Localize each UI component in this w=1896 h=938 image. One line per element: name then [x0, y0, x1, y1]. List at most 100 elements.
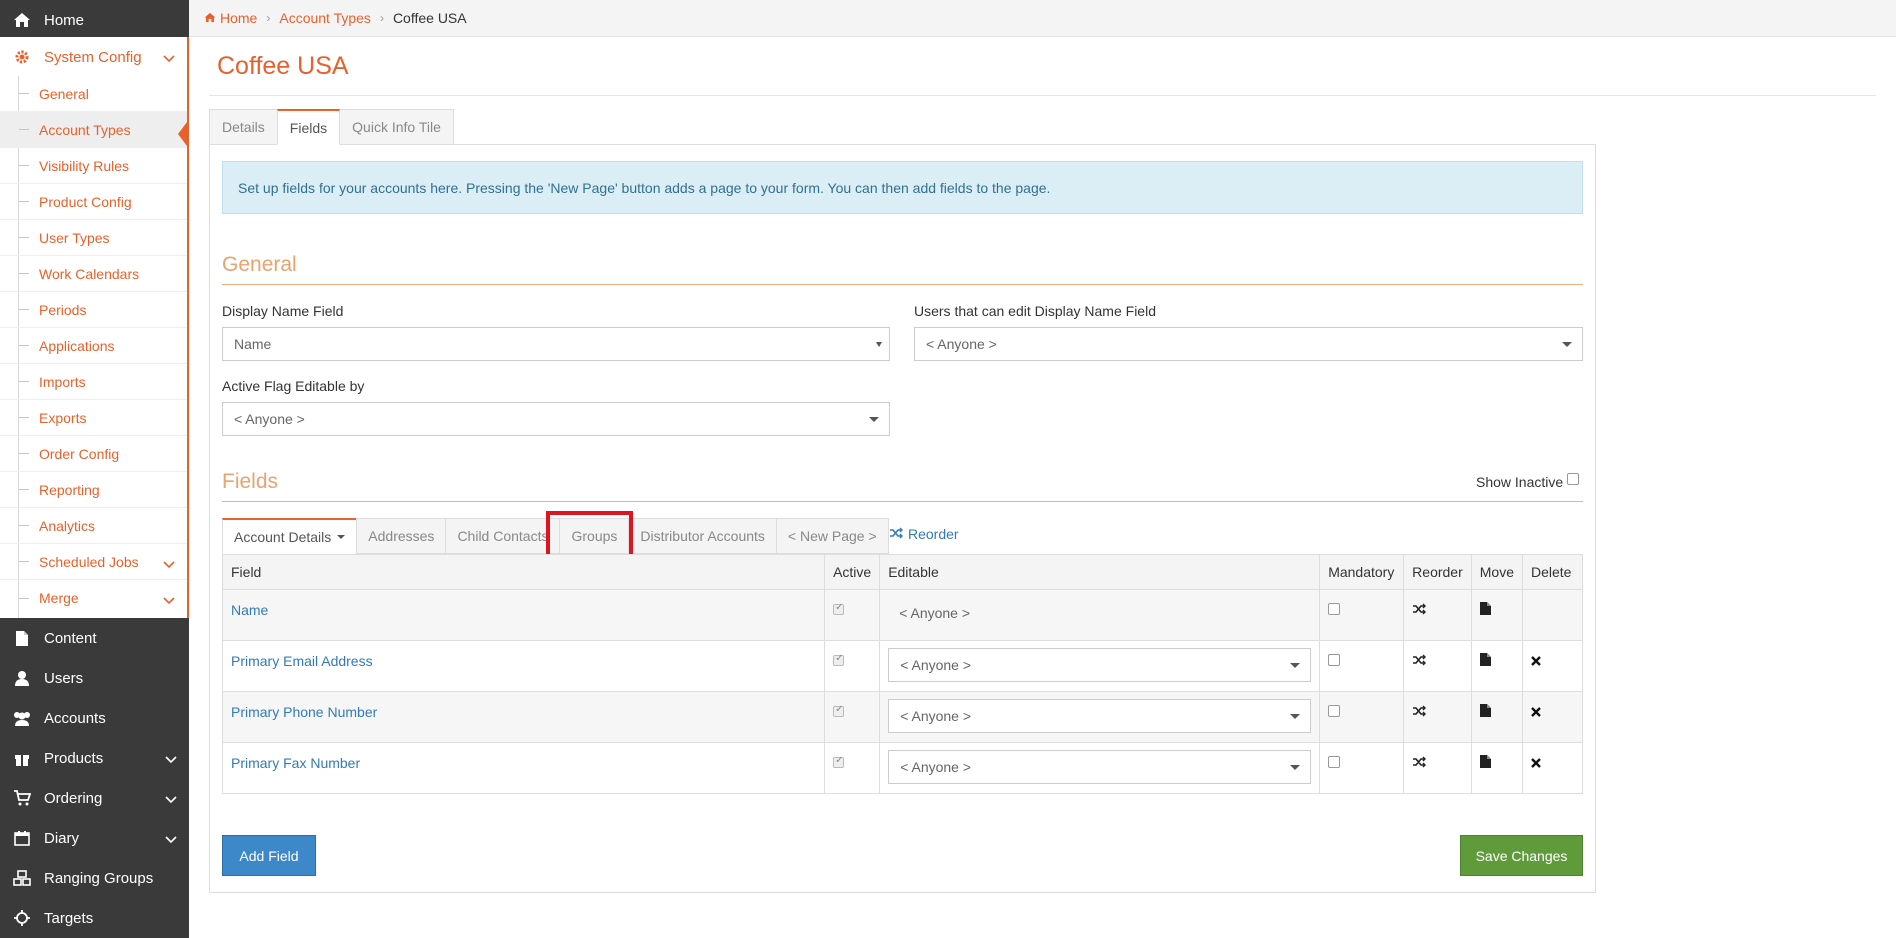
show-inactive-label: Show Inactive	[1476, 474, 1564, 490]
submenu-item-user-types[interactable]: User Types	[0, 220, 187, 256]
reorder-label: Reorder	[908, 526, 959, 542]
editable-select[interactable]: < Anyone >	[888, 699, 1312, 733]
tab-details[interactable]: Details	[209, 109, 278, 145]
breadcrumb-account-types-link[interactable]: Account Types	[279, 10, 371, 26]
submenu-item-general[interactable]: General	[0, 76, 187, 112]
add-field-button[interactable]: Add Field	[222, 835, 316, 876]
sidebar-item-products[interactable]: Products	[0, 738, 189, 778]
submenu-item-scheduled-jobs[interactable]: Scheduled Jobs	[0, 544, 187, 580]
tab-quick-info-tile[interactable]: Quick Info Tile	[339, 109, 454, 145]
submenu-item-label: Exports	[39, 409, 87, 426]
breadcrumb-home-link[interactable]: Home	[220, 10, 257, 26]
move-file-icon[interactable]	[1479, 704, 1491, 720]
field-name-link[interactable]: Name	[231, 602, 268, 618]
shuffle-icon[interactable]	[1412, 602, 1427, 618]
sidebar-item-system-config[interactable]: System Config	[0, 37, 189, 77]
sidebar-item-content[interactable]: Content	[0, 618, 189, 658]
users-edit-display-name-value: < Anyone >	[926, 336, 997, 352]
sidebar-item-users[interactable]: Users	[0, 658, 189, 698]
save-changes-button[interactable]: Save Changes	[1460, 835, 1583, 876]
submenu-item-exports[interactable]: Exports	[0, 400, 187, 436]
delete-x-icon[interactable]	[1531, 704, 1541, 720]
reorder-link[interactable]: Reorder	[889, 526, 959, 542]
column-header-field: Field	[221, 554, 826, 590]
breadcrumb-current: Coffee USA	[392, 10, 467, 26]
submenu-item-label: Work Calendars	[39, 265, 140, 282]
sidebar-item-ranging-groups[interactable]: Ranging Groups	[0, 858, 189, 898]
caret-down-icon	[1562, 342, 1572, 347]
fields-table: Field Active Editable Mandatory Reorder …	[221, 554, 1583, 794]
shuffle-icon[interactable]	[1412, 704, 1427, 720]
submenu-item-order-config[interactable]: Order Config	[0, 436, 187, 472]
display-name-select[interactable]: Name	[222, 327, 890, 361]
chevron-down-icon	[163, 556, 175, 572]
move-file-icon[interactable]	[1479, 602, 1491, 618]
delete-x-icon[interactable]	[1531, 755, 1541, 771]
editable-select[interactable]: < Anyone >	[888, 750, 1312, 784]
sidebar-item-targets[interactable]: Targets	[0, 898, 189, 938]
submenu-item-work-calendars[interactable]: Work Calendars	[0, 256, 187, 292]
general-section-title: General	[222, 253, 297, 276]
move-file-icon[interactable]	[1479, 755, 1491, 771]
delete-x-icon[interactable]	[1531, 653, 1541, 669]
sidebar-item-diary[interactable]: Diary	[0, 818, 189, 858]
tab-fields[interactable]: Fields	[276, 109, 341, 145]
cart-icon	[12, 788, 32, 808]
sidebar-item-home[interactable]: Home	[0, 0, 189, 40]
move-file-icon[interactable]	[1479, 653, 1491, 669]
submenu-item-imports[interactable]: Imports	[0, 364, 187, 400]
submenu-item-analytics[interactable]: Analytics	[0, 508, 187, 544]
submenu-item-label: User Types	[39, 229, 110, 246]
submenu-item-applications[interactable]: Applications	[0, 328, 187, 364]
title-divider	[209, 95, 1876, 96]
tab-addresses[interactable]: Addresses	[356, 518, 447, 554]
submenu-item-product-config[interactable]: Product Config	[0, 184, 187, 220]
sidebar-item-ordering[interactable]: Ordering	[0, 778, 189, 818]
submenu-item-reporting[interactable]: Reporting	[0, 472, 187, 508]
chevron-down-icon	[163, 50, 175, 67]
sidebar-item-label: Ordering	[44, 789, 103, 807]
tab-new-page[interactable]: < New Page >	[775, 518, 889, 554]
tab-child-contacts[interactable]: Child Contacts	[445, 518, 561, 554]
column-header-delete: Delete	[1522, 554, 1583, 590]
tab-label: Account Details	[234, 528, 332, 545]
mandatory-checkbox[interactable]	[1328, 756, 1341, 768]
mandatory-checkbox[interactable]	[1328, 705, 1341, 717]
active-flag-select[interactable]: < Anyone >	[222, 402, 890, 436]
editable-select[interactable]: < Anyone >	[888, 648, 1312, 682]
table-header-row: Field Active Editable Mandatory Reorder …	[221, 554, 1583, 590]
chevron-down-icon	[163, 592, 175, 608]
field-name-link[interactable]: Primary Phone Number	[231, 704, 377, 720]
submenu-item-account-types[interactable]: Account Types	[0, 112, 187, 148]
column-header-mandatory: Mandatory	[1319, 554, 1405, 590]
fields-section-divider	[222, 501, 1583, 502]
field-name-link[interactable]: Primary Email Address	[231, 653, 373, 669]
crosshair-icon	[12, 908, 32, 928]
table-row: Name < Anyone >	[221, 589, 1583, 641]
cubes-icon	[12, 868, 32, 888]
table-row: Primary Email Address < Anyone >	[221, 640, 1583, 692]
submenu-item-visibility-rules[interactable]: Visibility Rules	[0, 148, 187, 184]
breadcrumb-separator-icon: ›	[379, 11, 384, 25]
tab-distributor-accounts[interactable]: Distributor Accounts	[628, 518, 777, 554]
file-icon	[12, 628, 32, 648]
submenu-item-merge[interactable]: Merge	[0, 580, 187, 616]
users-edit-display-name-select[interactable]: < Anyone >	[914, 327, 1583, 361]
submenu-item-label: Visibility Rules	[39, 157, 129, 174]
user-icon	[12, 668, 32, 688]
editable-static-value: < Anyone >	[899, 605, 971, 621]
show-inactive-checkbox[interactable]	[1567, 473, 1580, 485]
shuffle-icon[interactable]	[1412, 653, 1427, 669]
sidebar-item-label: Ranging Groups	[44, 869, 154, 887]
info-alert: Set up fields for your accounts here. Pr…	[222, 161, 1583, 214]
field-name-link[interactable]: Primary Fax Number	[231, 755, 360, 771]
sidebar-item-label: Targets	[44, 909, 94, 927]
shuffle-icon[interactable]	[1412, 755, 1427, 771]
sidebar-item-label: Content	[44, 629, 97, 647]
active-checkbox	[833, 602, 845, 615]
sidebar-item-accounts[interactable]: Accounts	[0, 698, 189, 738]
mandatory-checkbox[interactable]	[1328, 654, 1341, 666]
submenu-item-periods[interactable]: Periods	[0, 292, 187, 328]
tab-account-details[interactable]: Account Details	[222, 518, 358, 554]
mandatory-checkbox[interactable]	[1328, 603, 1341, 615]
